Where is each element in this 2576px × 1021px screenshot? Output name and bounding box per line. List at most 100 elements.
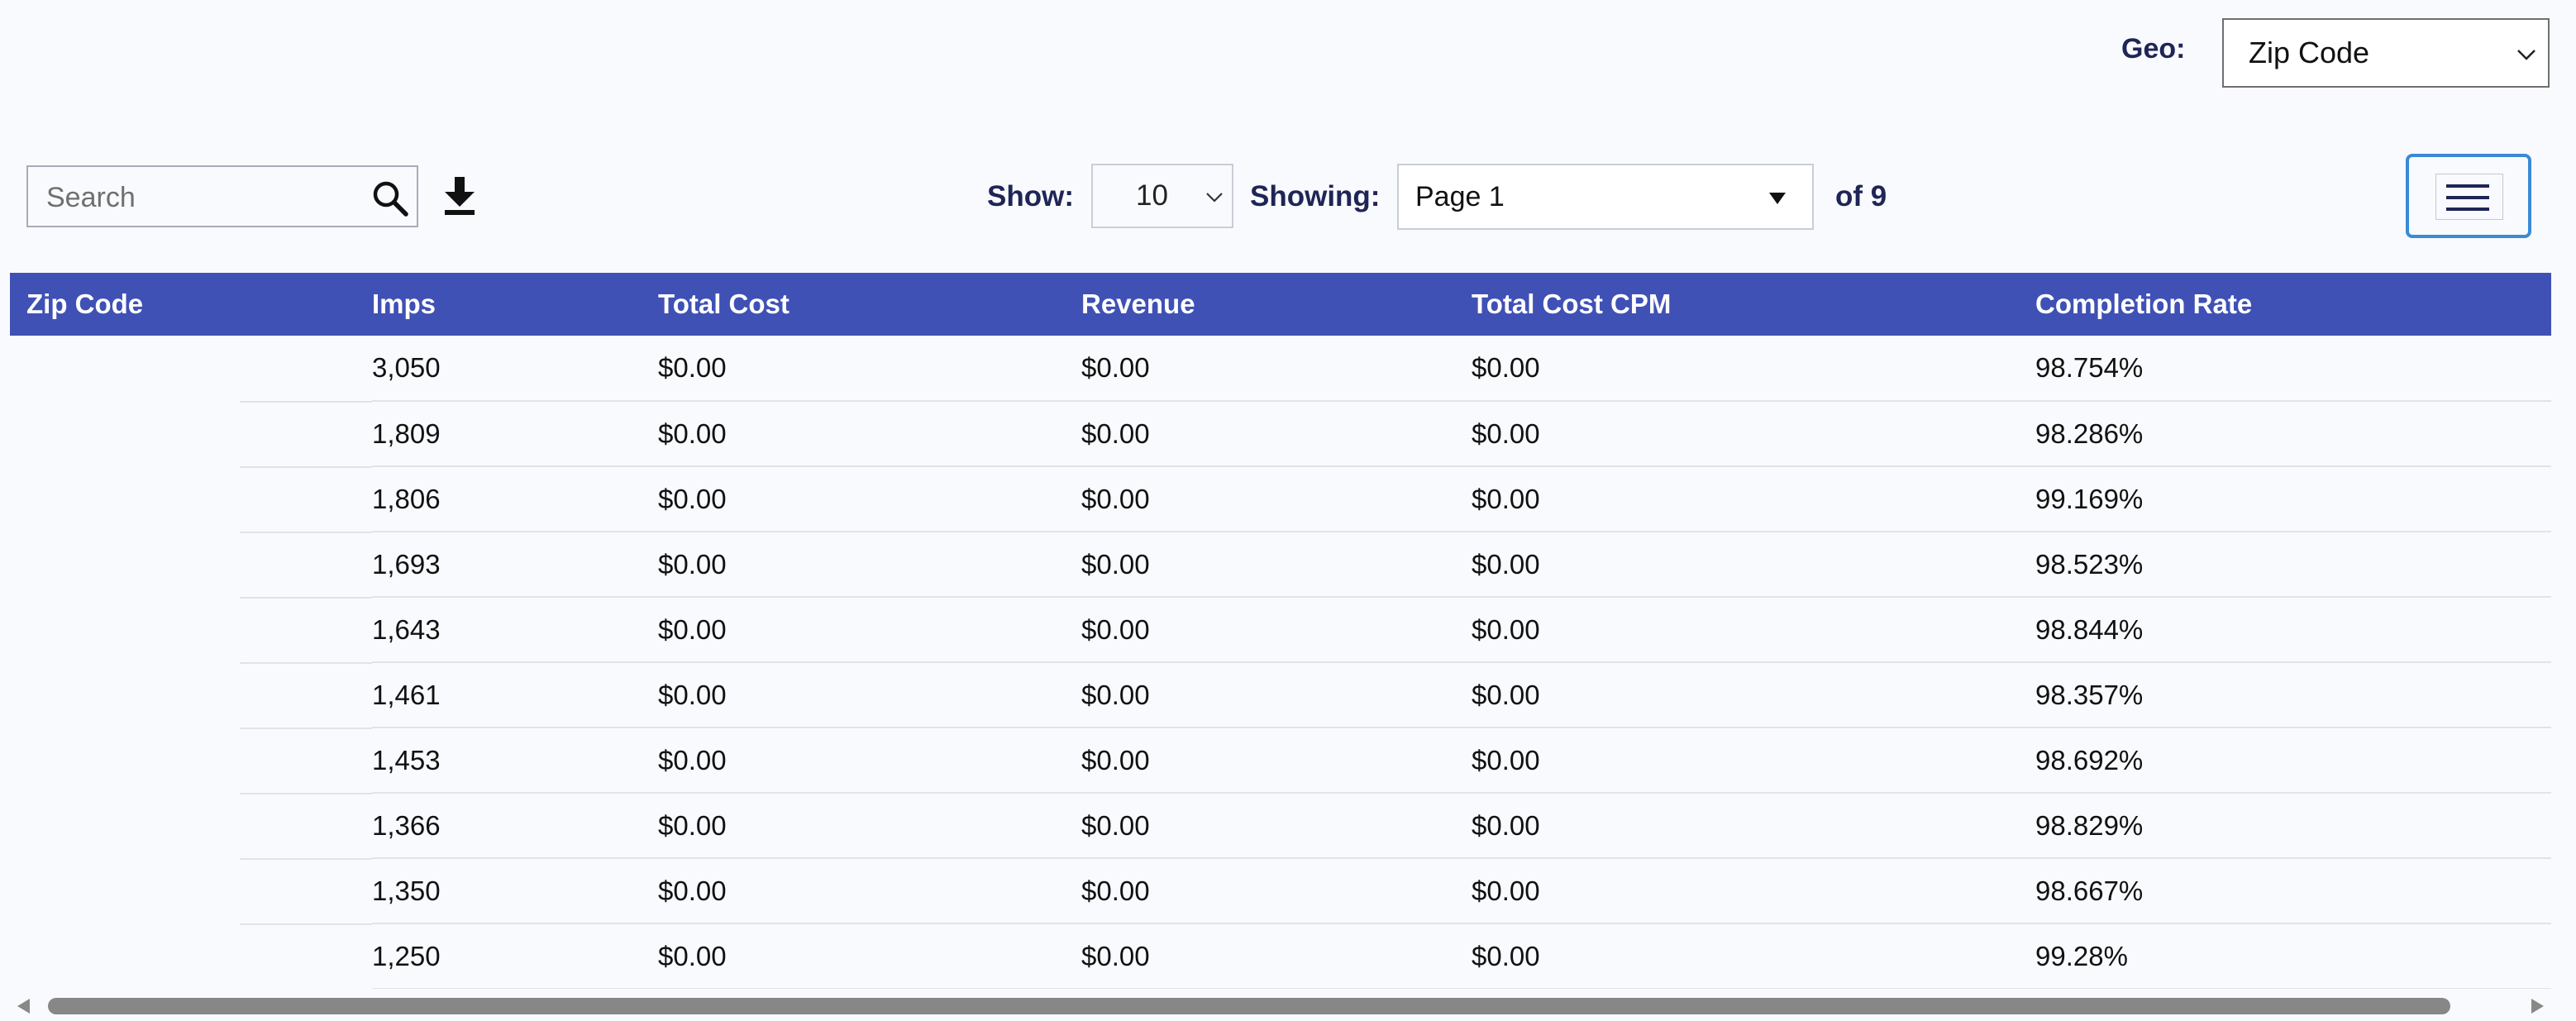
geo-select-value: Zip Code — [2249, 36, 2370, 69]
cell-imps: 1,250 — [372, 923, 658, 989]
cell-total-cost-cpm: $0.00 — [1472, 597, 2035, 663]
column-header-revenue[interactable]: Revenue — [1081, 273, 1472, 336]
cell-imps: 1,461 — [372, 662, 658, 728]
chevron-down-icon — [2517, 50, 2535, 60]
cell-total-cost: $0.00 — [658, 597, 1081, 663]
cell-total-cost: $0.00 — [658, 532, 1081, 598]
cell-imps: 1,806 — [372, 466, 658, 532]
cell-completion-rate: 98.844% — [2035, 597, 2551, 663]
cell-completion-rate: 99.28% — [2035, 923, 2551, 989]
table-header-row: Zip Code Imps Total Cost Revenue Total C… — [10, 273, 2551, 336]
data-table-container: Zip Code Imps Total Cost Revenue Total C… — [10, 273, 2551, 989]
table-row: 1,250 $0.00 $0.00 $0.00 99.28% — [10, 923, 2551, 989]
triangle-right-icon[interactable] — [2530, 997, 2546, 1015]
show-label: Show: — [987, 180, 1074, 212]
cell-total-cost-cpm: $0.00 — [1472, 662, 2035, 728]
column-menu-button[interactable] — [2406, 154, 2531, 238]
cell-imps: 1,643 — [372, 597, 658, 663]
hamburger-menu-icon — [2446, 184, 2489, 211]
cell-completion-rate: 98.692% — [2035, 728, 2551, 794]
column-header-completion-rate[interactable]: Completion Rate — [2035, 273, 2551, 336]
cell-completion-rate: 98.667% — [2035, 858, 2551, 924]
search-icon[interactable] — [370, 179, 410, 218]
cell-zip-code — [10, 858, 372, 925]
page-select-value: Page 1 — [1415, 180, 1505, 212]
cell-total-cost-cpm: $0.00 — [1472, 793, 2035, 859]
cell-revenue: $0.00 — [1081, 662, 1472, 728]
column-header-total-cost[interactable]: Total Cost — [658, 273, 1081, 336]
table-row: 1,809 $0.00 $0.00 $0.00 98.286% — [10, 401, 2551, 468]
cell-completion-rate: 99.169% — [2035, 466, 2551, 532]
table-row: 1,643 $0.00 $0.00 $0.00 98.844% — [10, 597, 2551, 664]
cell-imps: 1,809 — [372, 401, 658, 467]
table-row: 1,366 $0.00 $0.00 $0.00 98.829% — [10, 793, 2551, 860]
column-header-zip-code[interactable]: Zip Code — [10, 273, 372, 336]
cell-total-cost-cpm: $0.00 — [1472, 858, 2035, 924]
cell-imps: 3,050 — [372, 336, 658, 402]
cell-revenue: $0.00 — [1081, 401, 1472, 467]
cell-total-cost-cpm: $0.00 — [1472, 728, 2035, 794]
horizontal-scrollbar[interactable] — [10, 994, 2551, 1019]
menu-button-frame — [2435, 174, 2503, 220]
cell-zip-code — [10, 923, 372, 989]
cell-zip-code — [10, 662, 372, 729]
cell-completion-rate: 98.357% — [2035, 662, 2551, 728]
cell-revenue: $0.00 — [1081, 336, 1472, 402]
cell-total-cost: $0.00 — [658, 923, 1081, 989]
cell-zip-code — [10, 532, 372, 599]
cell-completion-rate: 98.523% — [2035, 532, 2551, 598]
cell-completion-rate: 98.286% — [2035, 401, 2551, 467]
cell-revenue: $0.00 — [1081, 532, 1472, 598]
cell-zip-code — [10, 793, 372, 860]
rows-per-page-select[interactable]: 10 — [1091, 164, 1233, 228]
search-input[interactable] — [45, 175, 370, 220]
cell-zip-code — [10, 728, 372, 794]
cell-total-cost: $0.00 — [658, 466, 1081, 532]
page-select[interactable]: Page 1 — [1397, 164, 1814, 230]
cell-zip-code — [10, 401, 372, 468]
geo-label: Geo: — [2121, 33, 2186, 64]
table-row: 1,453 $0.00 $0.00 $0.00 98.692% — [10, 728, 2551, 794]
cell-total-cost-cpm: $0.00 — [1472, 532, 2035, 598]
cell-completion-rate: 98.829% — [2035, 793, 2551, 859]
cell-imps: 1,366 — [372, 793, 658, 859]
cell-zip-code — [10, 466, 372, 533]
cell-total-cost-cpm: $0.00 — [1472, 923, 2035, 989]
rows-per-page-value: 10 — [1136, 179, 1168, 212]
cell-total-cost: $0.00 — [658, 728, 1081, 794]
cell-total-cost: $0.00 — [658, 793, 1081, 859]
cell-imps: 1,693 — [372, 532, 658, 598]
column-header-total-cost-cpm[interactable]: Total Cost CPM — [1472, 273, 2035, 336]
cell-revenue: $0.00 — [1081, 923, 1472, 989]
triangle-down-icon — [1769, 193, 1786, 204]
scrollbar-thumb[interactable] — [48, 998, 2450, 1014]
cell-total-cost: $0.00 — [658, 401, 1081, 467]
table-row: 1,461 $0.00 $0.00 $0.00 98.357% — [10, 662, 2551, 729]
cell-revenue: $0.00 — [1081, 728, 1472, 794]
cell-total-cost-cpm: $0.00 — [1472, 401, 2035, 467]
cell-imps: 1,350 — [372, 858, 658, 924]
cell-total-cost: $0.00 — [658, 662, 1081, 728]
page-count-label: of 9 — [1835, 180, 1887, 212]
table-row: 1,350 $0.00 $0.00 $0.00 98.667% — [10, 858, 2551, 925]
table-row: 1,806 $0.00 $0.00 $0.00 99.169% — [10, 466, 2551, 533]
download-icon[interactable] — [441, 175, 478, 217]
cell-revenue: $0.00 — [1081, 793, 1472, 859]
geo-select[interactable]: Zip Code — [2222, 18, 2550, 88]
cell-zip-code — [10, 336, 372, 403]
cell-revenue: $0.00 — [1081, 597, 1472, 663]
cell-total-cost-cpm: $0.00 — [1472, 466, 2035, 532]
cell-revenue: $0.00 — [1081, 466, 1472, 532]
data-table: Zip Code Imps Total Cost Revenue Total C… — [10, 273, 2551, 989]
report-page: Geo: Zip Code Show: 10 Showing: Page 1 o… — [0, 0, 2576, 1021]
showing-label: Showing: — [1250, 180, 1381, 212]
cell-total-cost-cpm: $0.00 — [1472, 336, 2035, 402]
triangle-left-icon[interactable] — [15, 997, 31, 1015]
chevron-down-icon — [1206, 193, 1223, 203]
cell-revenue: $0.00 — [1081, 858, 1472, 924]
cell-total-cost: $0.00 — [658, 858, 1081, 924]
column-header-imps[interactable]: Imps — [372, 273, 658, 336]
cell-total-cost: $0.00 — [658, 336, 1081, 402]
table-row: 3,050 $0.00 $0.00 $0.00 98.754% — [10, 336, 2551, 403]
cell-completion-rate: 98.754% — [2035, 336, 2551, 402]
